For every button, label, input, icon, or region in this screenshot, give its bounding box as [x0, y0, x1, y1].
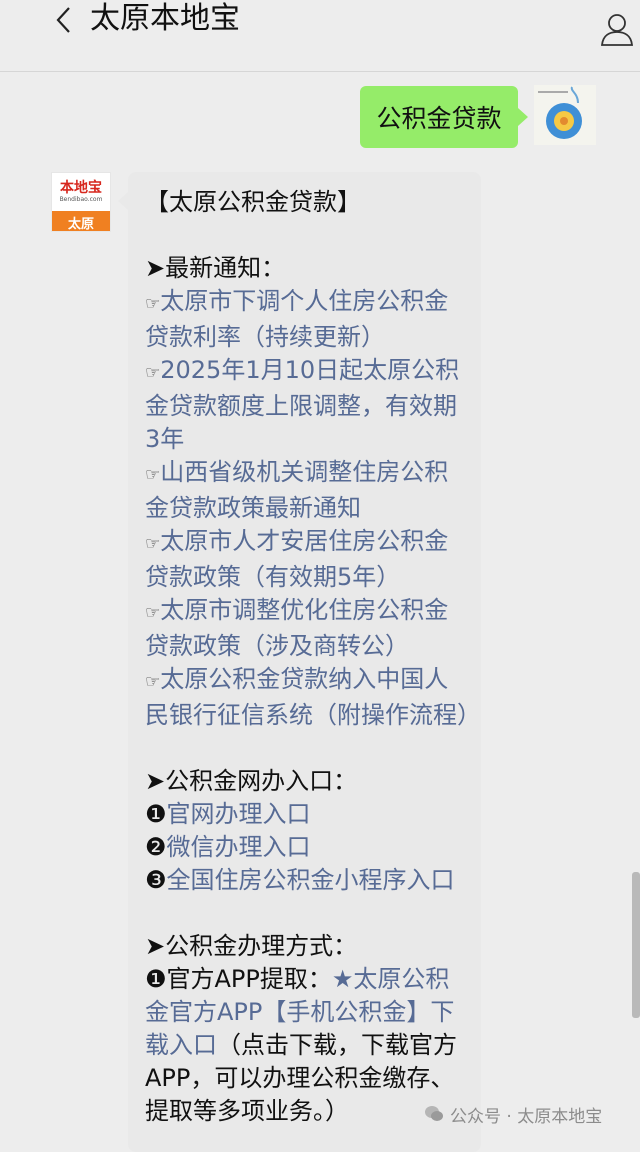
page-title: 太原本地宝 [90, 1, 240, 36]
reply-heading: 【太原公积金贷款】 [145, 188, 361, 216]
bot-avatar-logo-sub: Bendibao.com [59, 195, 103, 203]
pointing-hand-icon: ☞ [145, 363, 161, 383]
back-button[interactable] [46, 0, 80, 40]
user-message-bubble[interactable]: 公积金贷款 [360, 86, 528, 148]
chevron-left-icon [56, 7, 70, 33]
notice-link-1[interactable]: ☞太原市下调个人住房公积金贷款利率（持续更新） [145, 285, 469, 354]
method-item-1: ❶官方APP提取：★太原公积金官方APP【手机公积金】下载入口（点击下载，下载官… [145, 965, 457, 1125]
entrance-link-3[interactable]: ❸全国住房公积金小程序入口 [145, 864, 469, 897]
bot-avatar-city: 太原 [52, 211, 110, 231]
user-message-text: 公积金贷款 [376, 104, 502, 133]
watermark: 公众号 · 太原本地宝 [424, 1100, 602, 1128]
notice-link-3[interactable]: ☞山西省级机关调整住房公积金贷款政策最新通知 [145, 456, 469, 525]
bot-reply-bubble: 【太原公积金贷款】 ➤最新通知： ☞太原市下调个人住房公积金贷款利率（持续更新）… [118, 172, 481, 1152]
entrance-link-1[interactable]: ❶官网办理入口 [145, 798, 469, 831]
section-title-notices: ➤最新通知： [145, 254, 286, 282]
pointing-hand-icon: ☞ [145, 465, 161, 485]
notice-link-2[interactable]: ☞2025年1月10日起太原公积金贷款额度上限调整，有效期3年 [145, 354, 469, 456]
top-bar: 太原本地宝 [0, 0, 640, 72]
user-avatar-image [534, 85, 596, 145]
section-title-methods: ➤公积金办理方式： [145, 932, 358, 960]
scrollbar-thumb[interactable] [632, 872, 640, 1018]
pointing-hand-icon: ☞ [145, 294, 161, 314]
user-avatar[interactable] [534, 85, 596, 145]
notice-link-4[interactable]: ☞太原市人才安居住房公积金贷款政策（有效期5年） [145, 525, 469, 594]
section-title-entrances: ➤公积金网办入口： [145, 767, 358, 795]
wechat-icon [425, 1106, 443, 1121]
watermark-text: 公众号 · 太原本地宝 [450, 1106, 603, 1127]
entrance-link-2[interactable]: ❷微信办理入口 [145, 831, 469, 864]
notice-link-6[interactable]: ☞太原公积金贷款纳入中国人民银行征信系统（附操作流程） [145, 663, 481, 732]
bot-avatar-logo-text: 本地宝 [60, 179, 102, 196]
notice-link-5[interactable]: ☞太原市调整优化住房公积金贷款政策（涉及商转公） [145, 594, 469, 663]
bot-avatar-logo: 本地宝 Bendibao.com [52, 173, 110, 211]
pointing-hand-icon: ☞ [145, 672, 161, 692]
pointing-hand-icon: ☞ [145, 534, 161, 554]
pointing-hand-icon: ☞ [145, 603, 161, 623]
profile-button[interactable] [600, 12, 636, 50]
bot-avatar[interactable]: 本地宝 Bendibao.com 太原 [51, 172, 111, 232]
user-icon [601, 14, 633, 46]
